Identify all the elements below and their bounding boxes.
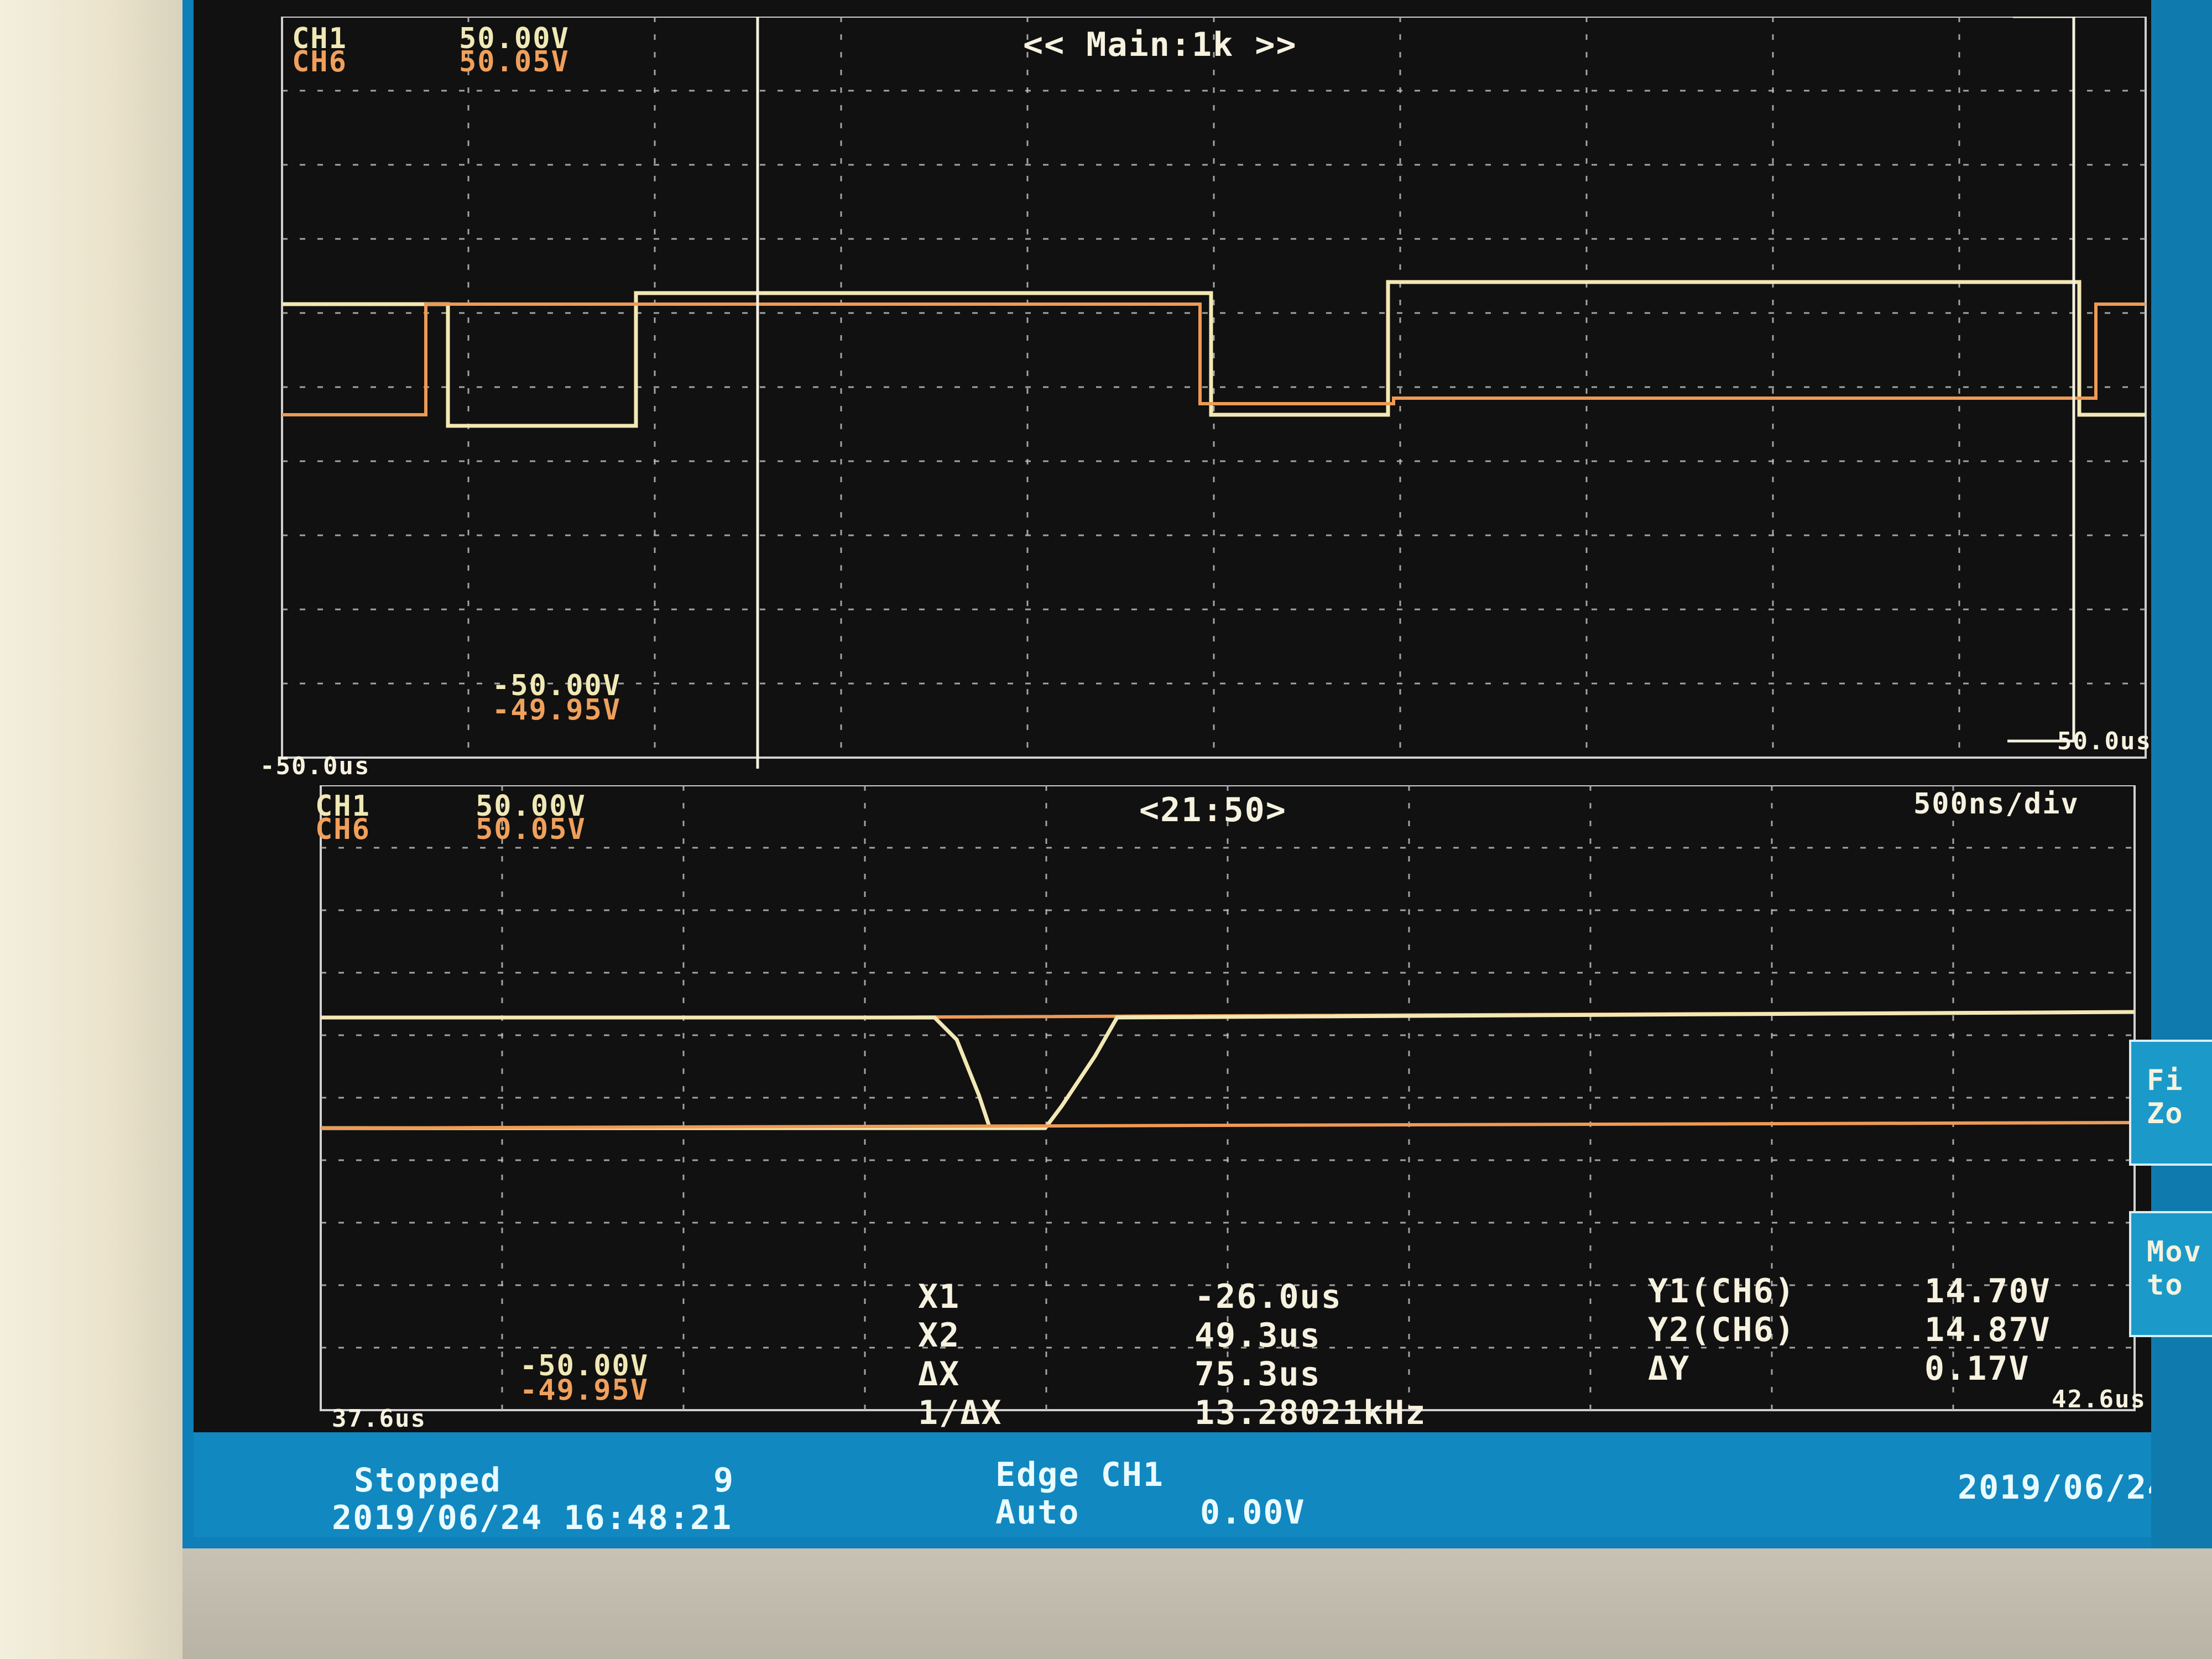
top-ch6-offset: -49.95V	[492, 693, 622, 727]
x2-value: 49.3us	[1194, 1316, 1321, 1355]
screen-display: CH1 CH6 50.00V 50.05V << Main:1k >> -50.…	[194, 0, 2212, 1537]
inv-dx-label: 1/ΔX	[918, 1394, 1003, 1432]
zoom-waveform-panel: CH1 CH6 50.00V 50.05V <21:50> 500ns/div …	[310, 784, 2157, 1433]
dx-value: 75.3us	[1194, 1355, 1321, 1394]
trigger-mode: Auto	[995, 1493, 1080, 1532]
y1-label: Y1(CH6)	[1648, 1272, 1796, 1311]
dy-value: 0.17V	[1924, 1349, 2030, 1388]
zoom-window-box	[2007, 15, 2075, 743]
bottom-ch6-label: CH6	[315, 813, 371, 846]
main-grid	[281, 15, 2147, 769]
bottom-bezel	[182, 1548, 2212, 1659]
fit-zoom-softkey[interactable]: Fi Zo	[2129, 1040, 2212, 1166]
move-to-softkey[interactable]: Mov to	[2129, 1211, 2212, 1337]
y2-label: Y2(CH6)	[1648, 1311, 1796, 1349]
zoom-horizontal-grid	[321, 847, 2135, 1349]
main-waveform-panel: CH1 CH6 50.00V 50.05V << Main:1k >> -50.…	[260, 15, 2168, 780]
y1-value: 14.70V	[1924, 1272, 2051, 1311]
move-to-label: Mov to	[2147, 1235, 2202, 1302]
top-left-time: -50.0us	[260, 752, 371, 780]
dy-label: ΔY	[1648, 1349, 1691, 1388]
y2-value: 14.87V	[1924, 1311, 2051, 1349]
run-state: Stopped	[354, 1461, 502, 1500]
x1-label: X1	[918, 1277, 961, 1316]
bottom-ch6-scale: 50.05V	[476, 813, 586, 846]
bottom-left-time: 37.6us	[332, 1405, 426, 1433]
top-right-time: 50.0us	[2057, 727, 2152, 755]
fit-zoom-label: Fi Zo	[2147, 1064, 2184, 1130]
inv-dx-value: 13.28021kHz	[1194, 1394, 1427, 1432]
oscilloscope-screen: CH1 CH6 50.00V 50.05V << Main:1k >> -50.…	[182, 0, 2212, 1548]
trigger-type: Edge CH1	[995, 1455, 1164, 1494]
x2-label: X2	[918, 1316, 961, 1355]
zoom-ratio: <21:50>	[1139, 791, 1287, 830]
bottom-ch6-offset: -49.95V	[520, 1374, 649, 1407]
bottom-right-time: 42.6us	[2052, 1385, 2146, 1413]
main-zoom-title: << Main:1k >>	[1023, 25, 1297, 64]
top-ch6-scale: 50.05V	[459, 45, 570, 79]
top-ch6-label: CH6	[292, 45, 347, 79]
capture-timestamp: 2019/06/24 16:48:21	[332, 1499, 733, 1537]
x1-value: -26.0us	[1194, 1277, 1342, 1316]
zoom-timebase: 500ns/div	[1913, 787, 2079, 821]
dx-label: ΔX	[918, 1355, 961, 1394]
acquisition-count: 9	[713, 1461, 735, 1500]
left-bezel	[0, 0, 182, 1659]
trigger-level: 0.00V	[1200, 1493, 1306, 1532]
status-bar: Stopped 9 2019/06/24 16:48:21 Edge CH1 A…	[194, 1432, 2212, 1537]
